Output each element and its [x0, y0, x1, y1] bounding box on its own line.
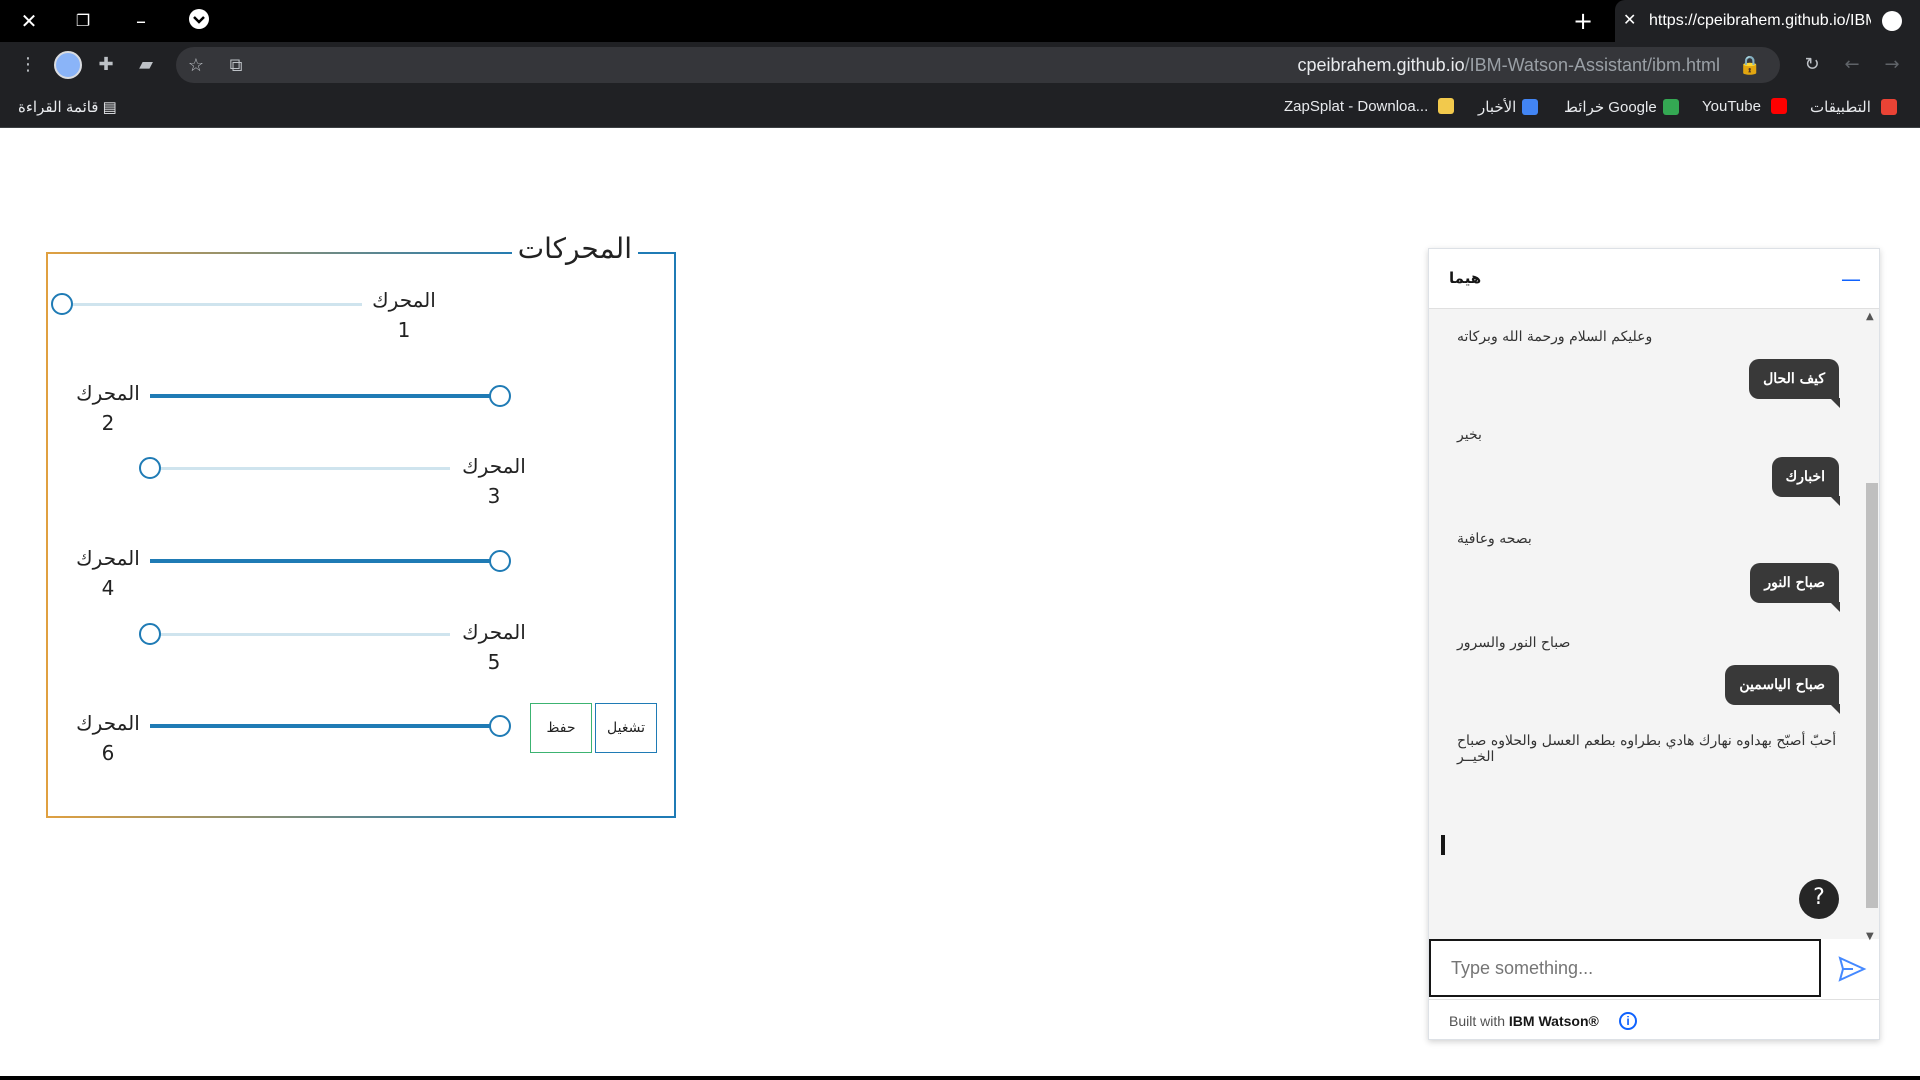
bookmark-zapsplat[interactable]: ZapSplat - Downloa...	[1284, 98, 1455, 115]
tab-title: https://cpeibrahem.github.io/IBM-Watson-…	[1649, 12, 1871, 29]
new-tab-icon[interactable]: +	[1570, 8, 1596, 34]
slider-track	[62, 303, 362, 306]
user-message: صباح الياسمين	[1725, 665, 1840, 714]
chat-header: هيما —	[1429, 249, 1879, 309]
slider-thumb[interactable]	[489, 715, 511, 737]
info-icon[interactable]: i	[1619, 1012, 1637, 1030]
address-bar[interactable]: ☆ ⧉ cpeibrahem.github.io/IBM-Watson-Assi…	[176, 47, 1780, 83]
slider-fill	[150, 724, 500, 728]
slider-fill	[150, 559, 500, 563]
slider-thumb[interactable]	[51, 293, 73, 315]
motor-label-2: المحرك 2	[76, 381, 140, 435]
chat-title: هيما	[1449, 269, 1482, 287]
scroll-thumb[interactable]	[1866, 483, 1878, 908]
url-text: cpeibrahem.github.io/IBM-Watson-Assistan…	[1297, 55, 1721, 75]
news-icon	[1522, 99, 1539, 115]
maps-icon	[1662, 99, 1679, 115]
motor-slider-3[interactable]	[139, 456, 450, 480]
slider-track	[150, 633, 450, 636]
chat-widget: هيما — ▲ ▼ ? وعليكم السلام ورحمة الله وب…	[1428, 248, 1880, 1040]
minimize-icon[interactable]: —	[1841, 267, 1861, 291]
user-message: كيف الحال	[1749, 359, 1840, 408]
youtube-icon	[1771, 98, 1788, 114]
tab-close-icon[interactable]: ✕	[1623, 10, 1636, 30]
reading-list[interactable]: قائمة القراءة ▤	[18, 98, 117, 116]
motor-label-6: المحرك 6	[76, 711, 140, 765]
chat-footer: Built with IBM Watson® i	[1429, 999, 1879, 1039]
bookmark-apps[interactable]: التطبيقات	[1810, 98, 1898, 116]
close-window-icon[interactable]: ✕	[16, 8, 42, 34]
motor-label-1: المحرك 1	[372, 288, 436, 342]
motor-label-5: المحرك 5	[462, 620, 526, 674]
bot-message: بصحه وعافية	[1457, 531, 1532, 547]
motor-slider-2[interactable]	[150, 384, 511, 408]
slider-thumb[interactable]	[139, 457, 161, 479]
user-message: اخبارك	[1771, 457, 1841, 506]
slider-thumb[interactable]	[489, 550, 511, 572]
bookmark-news[interactable]: الأخبار	[1478, 98, 1539, 116]
slider-thumb[interactable]	[139, 623, 161, 645]
back-icon[interactable]: ←	[1838, 51, 1866, 79]
footer-text: Built with IBM Watson®	[1449, 1013, 1599, 1029]
bookmark-youtube[interactable]: YouTube	[1702, 98, 1788, 115]
minimize-window-icon[interactable]: –	[128, 8, 154, 34]
motor-label-3: المحرك 3	[462, 454, 526, 508]
motor-slider-1[interactable]	[51, 292, 362, 316]
motor-slider-6[interactable]	[150, 714, 511, 738]
bot-message: أحبّ أصبّح بهداوه نهارك هادي بطراوه بطعم…	[1457, 733, 1837, 765]
motor-slider-5[interactable]	[139, 622, 450, 646]
translate-icon[interactable]: ⧉	[222, 51, 250, 79]
active-tab[interactable]: ✕ https://cpeibrahem.github.io/IBM-Watso…	[1615, 0, 1920, 42]
slider-track	[150, 467, 450, 470]
restore-window-icon[interactable]: ❐	[70, 8, 96, 34]
motors-legend: المحركات	[511, 232, 638, 265]
lock-icon[interactable]: 🔒	[1736, 51, 1764, 79]
bot-message: بخير	[1457, 427, 1482, 443]
bookmark-maps[interactable]: خرائط Google	[1564, 98, 1679, 116]
bookmark-star-icon[interactable]: ☆	[182, 51, 210, 79]
user-message: صباح النور	[1750, 563, 1840, 612]
zapsplat-icon	[1438, 98, 1455, 114]
motor-slider-4[interactable]	[150, 549, 511, 573]
slider-thumb[interactable]	[489, 385, 511, 407]
slider-fill	[150, 394, 500, 398]
globe-icon	[1882, 11, 1902, 31]
reading-list-icon: ▤	[102, 99, 117, 116]
motor-label-4: المحرك 4	[76, 546, 140, 600]
run-button[interactable]: تشغيل	[595, 703, 657, 753]
forward-icon[interactable]: →	[1878, 51, 1906, 79]
scroll-down-icon[interactable]: ▼	[1866, 931, 1874, 942]
send-icon[interactable]	[1837, 954, 1867, 984]
help-button[interactable]: ?	[1799, 879, 1839, 919]
extensions-icon[interactable]: ✚	[92, 51, 120, 79]
apps-grid-icon	[1881, 99, 1898, 115]
profile-avatar[interactable]	[54, 51, 82, 79]
chat-scrollbar[interactable]: ▲ ▼	[1863, 311, 1878, 942]
page-bottom-edge	[0, 1076, 1920, 1080]
menu-kebab-icon[interactable]: ⋮	[14, 51, 42, 79]
scroll-up-icon[interactable]: ▲	[1866, 311, 1874, 322]
chat-messages[interactable]: ▲ ▼ ? وعليكم السلام ورحمة الله وبركاته كي…	[1429, 309, 1879, 942]
bot-message: وعليكم السلام ورحمة الله وبركاته	[1457, 329, 1653, 345]
browser-toolbar: ⋮ ✚ ▰ ☆ ⧉ cpeibrahem.github.io/IBM-Watso…	[0, 42, 1920, 88]
bot-message: صباح النور والسرور	[1457, 635, 1571, 651]
bookmarks-bar: قائمة القراءة ▤ ZapSplat - Downloa... ال…	[0, 88, 1920, 128]
typing-indicator	[1441, 835, 1445, 855]
tab-search-icon[interactable]	[186, 8, 212, 36]
extension-icon[interactable]: ▰	[132, 51, 160, 79]
message-input[interactable]	[1429, 939, 1821, 997]
tab-bar: ✕ ❐ – + ✕ https://cpeibrahem.github.io/I…	[0, 0, 1920, 42]
save-button[interactable]: حفظ	[530, 703, 592, 753]
reload-icon[interactable]: ↻	[1798, 51, 1826, 79]
